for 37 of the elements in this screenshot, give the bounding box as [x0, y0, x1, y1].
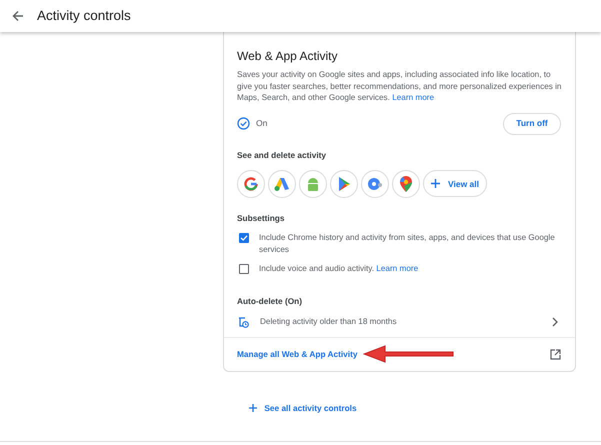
trash-clock-icon: [238, 316, 249, 328]
view-all-button[interactable]: View all: [423, 170, 487, 198]
subsetting-label: Include Chrome history and activity from sites, apps, and devices that use Google services: [259, 232, 556, 256]
play-triangle-icon: [336, 176, 352, 192]
colored-ring-logo-icon: [244, 176, 258, 191]
plus-icon: [249, 404, 258, 412]
checkbox[interactable]: [239, 233, 249, 244]
robot-icon: [305, 176, 321, 192]
page-title: Activity controls: [37, 6, 131, 25]
section-heading: Auto-delete (On): [237, 294, 303, 308]
learn-more-link[interactable]: Learn more: [392, 93, 434, 102]
app-activity-button[interactable]: [299, 170, 327, 198]
app-activity-button[interactable]: [237, 170, 265, 198]
card-description: Saves your activity on Google sites and apps, including associated info like location, to give you faster searches, better recommendations, and more personalized experiences in Maps, Search, and other Google services. Learn more: [237, 69, 562, 104]
chevron-right-icon[interactable]: [552, 317, 558, 328]
app-activity-button[interactable]: [268, 170, 296, 198]
turn-off-button[interactable]: Turn off: [503, 112, 561, 134]
plus-icon: [430, 179, 440, 188]
back-arrow-icon[interactable]: [12, 10, 24, 22]
subsetting-label: Include voice and audio activity. Learn more: [259, 263, 420, 275]
manage-activity-link[interactable]: Manage all Web & App Activity: [237, 348, 358, 361]
status-label: On: [256, 117, 268, 130]
app-activity-button[interactable]: [392, 170, 420, 198]
assistant-icon: [367, 176, 383, 192]
checkbox[interactable]: [239, 264, 249, 274]
external-link-icon[interactable]: [550, 349, 561, 360]
section-heading: Subsettings: [237, 212, 286, 224]
checkmark-icon: [240, 234, 248, 242]
see-all-controls-link[interactable]: See all activity controls: [249, 402, 357, 414]
triangle-logo-icon: [274, 176, 290, 191]
section-heading: See and delete activity: [237, 148, 328, 161]
learn-more-link[interactable]: Learn more: [376, 264, 418, 274]
card-title: Web & App Activity: [237, 48, 338, 65]
app-activity-button[interactable]: [330, 170, 358, 198]
auto-delete-text: Deleting activity older than 18 months: [260, 316, 397, 328]
app-activity-button[interactable]: [361, 170, 389, 198]
map-pin-icon: [399, 174, 413, 193]
